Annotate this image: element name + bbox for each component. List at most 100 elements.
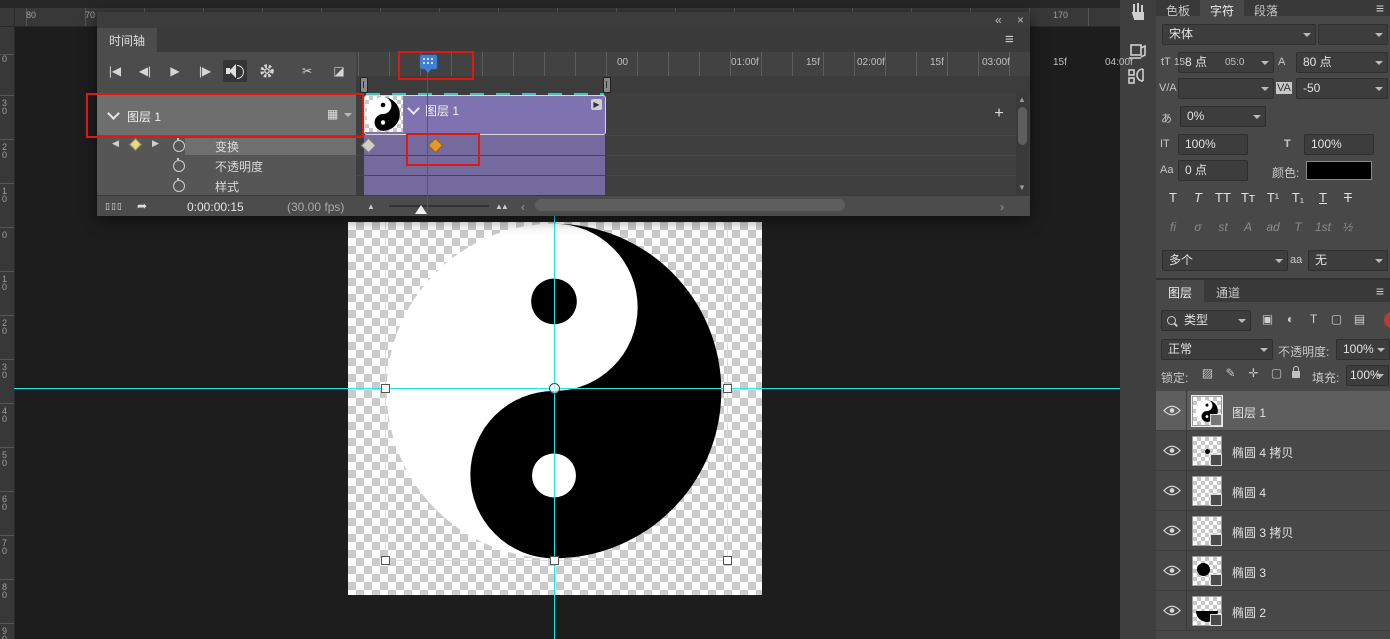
layer-thumbnail[interactable] — [1192, 436, 1222, 466]
visibility-toggle[interactable] — [1156, 471, 1187, 510]
scrollbar-thumb[interactable] — [1018, 107, 1027, 145]
visibility-toggle[interactable] — [1156, 511, 1187, 550]
video-clip-layer1[interactable]: 图层 1 ▶ — [364, 95, 606, 135]
opentype-button[interactable]: ½ — [1337, 220, 1359, 234]
timeline-settings-button[interactable] — [255, 60, 279, 82]
layer-thumbnail[interactable] — [1192, 596, 1222, 626]
type-style-button[interactable]: T — [1312, 190, 1334, 205]
scroll-down-icon[interactable]: ▼ — [1018, 183, 1026, 192]
panel-tab[interactable]: 色板 — [1156, 0, 1200, 22]
filter-type-icon[interactable]: ▢ — [1325, 312, 1348, 326]
layer-row[interactable]: 椭圆 4 拷贝 — [1156, 431, 1390, 471]
scroll-right-icon[interactable]: › — [1000, 200, 1004, 214]
keyframe-navigator-diamond[interactable] — [129, 138, 142, 151]
filter-type-icon[interactable]: ▤ — [1348, 312, 1371, 326]
current-timecode[interactable]: 0:00:00:15 — [187, 200, 244, 214]
filter-type-icon[interactable]: ◐ — [1279, 312, 1302, 326]
type-style-button[interactable]: T — [1337, 190, 1359, 205]
type-style-button[interactable]: T₁ — [1287, 190, 1309, 205]
transform-handle-midleft[interactable] — [381, 384, 390, 393]
next-frame-button[interactable]: |▶ — [193, 60, 217, 82]
stopwatch-icon[interactable] — [173, 180, 185, 192]
lock-option-icon[interactable]: ✛ — [1242, 366, 1265, 380]
visibility-toggle[interactable] — [1156, 551, 1187, 590]
property-label-cell[interactable]: 变换 — [185, 137, 356, 155]
panel-menu-icon[interactable]: ≡ — [1376, 0, 1384, 16]
layer-row[interactable]: 椭圆 3 拷贝 — [1156, 511, 1390, 551]
type-style-button[interactable]: T¹ — [1262, 190, 1284, 205]
hand-plant-panel-icon[interactable] — [1127, 2, 1149, 24]
language-select[interactable]: 多个 — [1162, 250, 1288, 271]
opentype-button[interactable]: σ — [1187, 220, 1209, 234]
work-area-end-marker[interactable] — [603, 77, 611, 93]
lock-option-icon[interactable]: ▢ — [1265, 366, 1288, 380]
zoom-slider-handle[interactable] — [415, 199, 427, 214]
panel-tab[interactable]: 图层 — [1156, 280, 1204, 306]
type-style-button[interactable]: T — [1162, 190, 1184, 205]
previous-keyframe-arrow[interactable]: ◀ — [112, 138, 119, 149]
opentype-button[interactable]: A — [1237, 220, 1259, 234]
fill-field[interactable]: 100% — [1346, 365, 1389, 386]
panel-tab[interactable]: 通道 — [1204, 280, 1252, 306]
clip-collapse-icon[interactable] — [407, 102, 420, 115]
text-color-swatch[interactable] — [1306, 161, 1372, 180]
panel-tab[interactable]: 字符 — [1200, 0, 1244, 22]
render-video-icon[interactable]: ➦ — [137, 199, 147, 213]
close-panel-icon[interactable]: × — [1017, 13, 1024, 27]
baseline-shift-field[interactable]: 0 点 — [1178, 160, 1248, 181]
panel-menu-icon[interactable]: ≡ — [1005, 31, 1014, 48]
opentype-button[interactable]: T — [1287, 220, 1309, 234]
tracking-field[interactable]: -50 — [1296, 78, 1388, 99]
opentype-button[interactable]: fi — [1162, 220, 1184, 234]
anti-alias-select[interactable]: 无 — [1308, 250, 1388, 271]
type-style-button[interactable]: T — [1187, 190, 1209, 205]
stopwatch-icon[interactable] — [173, 160, 185, 172]
scroll-up-icon[interactable]: ▲ — [1018, 95, 1026, 104]
font-family-select[interactable]: 宋体 — [1162, 24, 1316, 45]
add-media-button[interactable]: + — [990, 105, 1008, 123]
go-to-first-frame-button[interactable]: |◀ — [103, 60, 127, 82]
work-area-start-marker[interactable] — [360, 77, 368, 93]
zoom-in-mountains-icon[interactable]: ▲▲ — [495, 202, 507, 211]
opentype-button[interactable]: ad — [1262, 220, 1284, 234]
stopwatch-icon[interactable] — [173, 140, 185, 152]
lock-all-icon[interactable] — [1292, 371, 1300, 378]
tab-timeline[interactable]: 时间轴 — [97, 28, 157, 54]
clip-right-marker[interactable]: ▶ — [591, 99, 602, 110]
font-style-select[interactable] — [1318, 24, 1388, 45]
blend-mode-select[interactable]: 正常 — [1161, 339, 1273, 360]
next-keyframe-arrow[interactable]: ▶ — [152, 138, 159, 149]
transform-reference-point[interactable] — [549, 383, 560, 394]
timeline-titlebar[interactable]: « × — [97, 12, 1030, 28]
scroll-left-icon[interactable]: ‹ — [521, 200, 525, 214]
transform-handle-bottomleft[interactable] — [381, 556, 390, 565]
layer-row[interactable]: 椭圆 4 — [1156, 471, 1390, 511]
type-style-button[interactable]: TT — [1212, 190, 1234, 205]
previous-frame-button[interactable]: ◀| — [133, 60, 157, 82]
opentype-button[interactable]: 1st — [1312, 220, 1334, 234]
lock-option-icon[interactable]: ✎ — [1219, 366, 1242, 380]
visibility-toggle[interactable] — [1156, 391, 1187, 430]
convert-to-frame-animation-icon[interactable]: ▯▯▯ — [105, 201, 123, 212]
collapse-panel-icon[interactable]: « — [995, 13, 1002, 27]
timeline-horizontal-scrollbar[interactable] — [535, 199, 845, 211]
tsume-field[interactable]: 0% — [1180, 106, 1266, 127]
layer-thumbnail[interactable] — [1192, 396, 1222, 426]
zoom-out-mountain-icon[interactable]: ▲ — [367, 202, 375, 211]
property-label[interactable]: 样式 — [215, 178, 239, 195]
panel-tab[interactable]: 段落 — [1244, 0, 1288, 22]
lock-option-icon[interactable]: ▨ — [1196, 366, 1219, 380]
opentype-button[interactable]: st — [1212, 220, 1234, 234]
filter-toggle-icon-partial[interactable] — [1384, 312, 1390, 328]
layer-row[interactable]: 图层 1 — [1156, 391, 1390, 431]
layer-row[interactable]: 椭圆 3 — [1156, 551, 1390, 591]
transform-handle-bottomright[interactable] — [723, 556, 732, 565]
filter-type-icon[interactable]: T — [1302, 312, 1325, 326]
transform-handle-bottomcenter[interactable] — [550, 556, 559, 565]
mute-audio-button[interactable] — [223, 60, 247, 82]
transition-button[interactable]: ◪ — [327, 60, 351, 82]
visibility-toggle[interactable] — [1156, 431, 1187, 470]
play-button[interactable]: ▶ — [163, 60, 187, 82]
visibility-toggle[interactable] — [1156, 591, 1187, 630]
layer-thumbnail[interactable] — [1192, 516, 1222, 546]
